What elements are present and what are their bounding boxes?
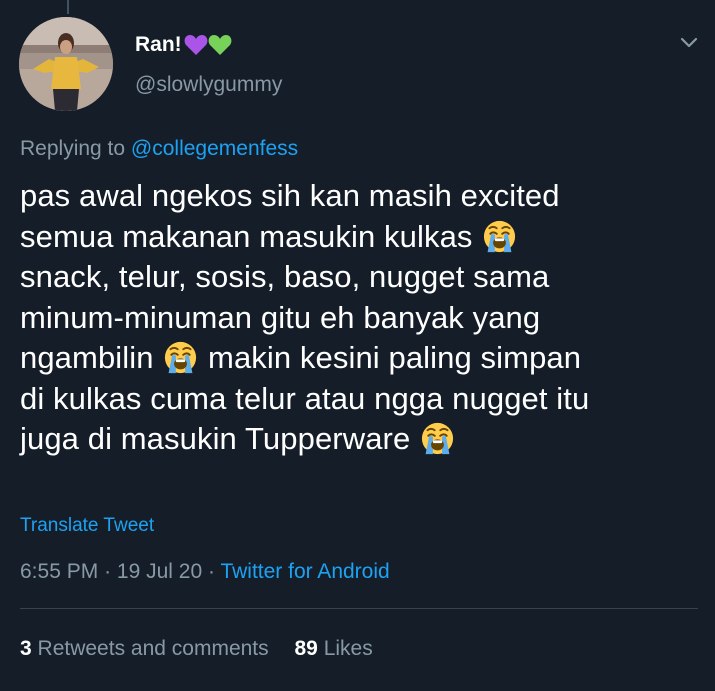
tweet-text-line: minum-minuman gitu eh banyak yang bbox=[20, 299, 541, 335]
avatar[interactable] bbox=[19, 17, 113, 111]
likes-label: Likes bbox=[323, 637, 373, 660]
chevron-down-icon[interactable] bbox=[679, 35, 699, 51]
loudly-crying-face-icon bbox=[164, 341, 197, 374]
tweet-source-link[interactable]: Twitter for Android bbox=[220, 560, 389, 583]
loudly-crying-face-icon bbox=[483, 220, 516, 253]
tweet-text-line: di kulkas cuma telur atau ngga nugget it… bbox=[20, 380, 590, 416]
divider bbox=[20, 608, 698, 609]
retweets-count: 3 bbox=[20, 637, 32, 660]
tweet-meta: 6:55 PM · 19 Jul 20 · Twitter for Androi… bbox=[20, 560, 390, 584]
likes-stat[interactable]: 89 Likes bbox=[294, 637, 372, 660]
tweet-date[interactable]: 19 Jul 20 bbox=[117, 560, 202, 583]
replying-prefix: Replying to bbox=[20, 137, 126, 160]
engagement-stats: 3 Retweets and comments 89 Likes bbox=[20, 637, 373, 661]
tweet-text-line: juga di masukin Tupperware bbox=[20, 419, 700, 460]
likes-count: 89 bbox=[294, 637, 318, 660]
loudly-crying-face-icon bbox=[421, 422, 454, 455]
tweet-text-line: semua makanan masukin kulkas bbox=[20, 217, 700, 258]
username[interactable]: @slowlygummy bbox=[135, 73, 282, 97]
purple-heart-icon bbox=[184, 35, 208, 55]
meta-separator: · bbox=[207, 560, 215, 583]
tweet-text-line: ngambilin makin kesini paling simpan bbox=[20, 340, 582, 375]
replying-to: Replying to @collegemenfess bbox=[20, 137, 298, 161]
translate-tweet-link[interactable]: Translate Tweet bbox=[20, 515, 154, 537]
tweet-text-line: snack, telur, sosis, baso, nugget sama bbox=[20, 259, 550, 294]
thread-connector-line bbox=[67, 0, 69, 14]
retweets-label: Retweets and comments bbox=[37, 637, 269, 660]
author-name-row[interactable]: Ran! bbox=[135, 33, 232, 57]
tweet-time[interactable]: 6:55 PM bbox=[20, 560, 98, 583]
tweet-text-line: pas awal ngekos sih kan masih excited bbox=[20, 178, 560, 213]
tweet-text: pas awal ngekos sih kan masih excited se… bbox=[20, 176, 700, 460]
green-heart-icon bbox=[208, 35, 232, 55]
meta-separator: · bbox=[104, 560, 112, 583]
reply-mention-link[interactable]: @collegemenfess bbox=[131, 137, 298, 160]
display-name[interactable]: Ran! bbox=[135, 33, 182, 57]
retweets-stat[interactable]: 3 Retweets and comments bbox=[20, 637, 269, 660]
